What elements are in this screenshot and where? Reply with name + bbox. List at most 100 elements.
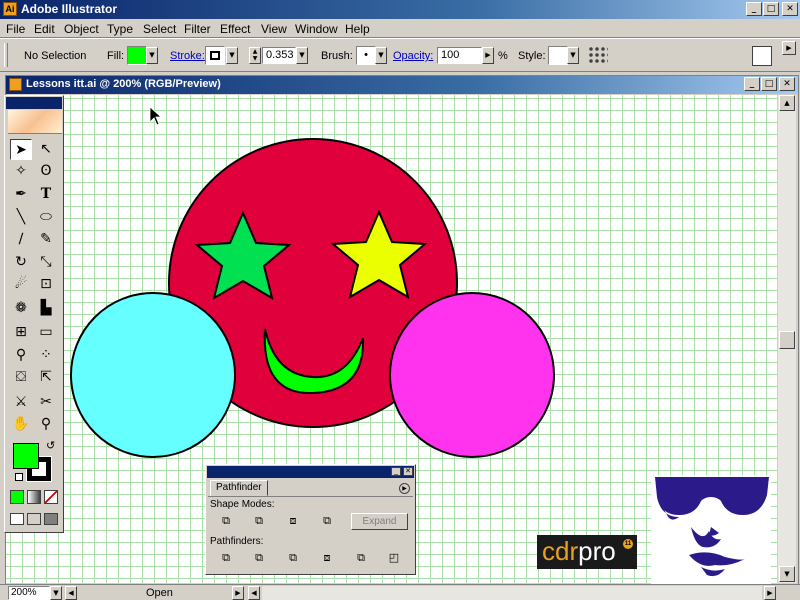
scroll-thumb[interactable] — [779, 331, 795, 349]
status-menu-icon[interactable]: ▶ — [232, 586, 244, 600]
selection-tool-icon[interactable]: ➤ — [10, 139, 32, 160]
doc-close-icon[interactable]: ✕ — [779, 77, 795, 91]
pen-tool-icon[interactable]: ✒ — [10, 184, 32, 205]
menu-object[interactable]: Object — [64, 22, 99, 36]
tab-pathfinder[interactable]: Pathfinder — [210, 480, 268, 496]
trim-icon[interactable]: ⧉ — [250, 550, 268, 566]
horizontal-scrollbar[interactable] — [262, 586, 762, 600]
live-paint-bucket-tool-icon[interactable]: ⛋ — [10, 367, 32, 388]
eyedropper-tool-icon[interactable]: ⚲ — [10, 345, 32, 366]
menu-view[interactable]: View — [261, 22, 287, 36]
intersect-shape-icon[interactable]: ⧈ — [284, 513, 302, 529]
fill-dropdown-icon[interactable]: ▼ — [146, 47, 158, 64]
opacity-field[interactable]: 100 — [437, 47, 482, 64]
expand-button[interactable]: Expand — [351, 513, 408, 530]
menu-select[interactable]: Select — [143, 22, 176, 36]
fill-swatch[interactable] — [127, 46, 147, 65]
hand-tool-icon[interactable]: ✋ — [10, 414, 32, 435]
maximize-icon[interactable]: □ — [763, 2, 779, 16]
pathfinder-titlebar[interactable]: _ ✕ — [207, 466, 414, 478]
crop-icon[interactable]: ⧈ — [318, 550, 336, 566]
scroll-down-icon[interactable]: ▼ — [779, 566, 795, 582]
hscroll-right-icon[interactable]: ▶ — [764, 586, 776, 600]
vertical-scrollbar[interactable]: ▲ ▼ — [778, 95, 796, 583]
add-to-shape-icon[interactable]: ⧉ — [217, 513, 235, 529]
zoom-dropdown-icon[interactable]: ▼ — [50, 586, 62, 600]
stroke-swatch[interactable] — [205, 46, 225, 65]
menu-edit[interactable]: Edit — [34, 22, 55, 36]
divide-icon[interactable]: ⧉ — [217, 550, 235, 566]
exclude-overlap-icon[interactable]: ⧉ — [318, 513, 336, 529]
scissors-tool-icon[interactable]: ✂ — [35, 392, 57, 413]
status-scroll-left-icon[interactable]: ◀ — [65, 586, 77, 600]
standard-screen-mode-icon[interactable] — [10, 513, 24, 525]
full-screen-mode-icon[interactable] — [44, 513, 58, 525]
swap-fill-stroke-icon[interactable]: ↺ — [46, 439, 55, 452]
minimize-icon[interactable]: _ — [746, 2, 762, 16]
transform-grid-icon[interactable] — [588, 46, 608, 65]
zoom-field[interactable]: 200% — [8, 586, 50, 600]
merge-icon[interactable]: ⧉ — [284, 550, 302, 566]
line-tool-icon[interactable]: ╲ — [10, 207, 32, 228]
lasso-tool-icon[interactable]: ʘ — [35, 161, 57, 182]
blend-tool-icon[interactable]: ⁘ — [35, 345, 57, 366]
style-swatch[interactable] — [548, 46, 568, 65]
opacity-label[interactable]: Opacity: — [393, 50, 433, 62]
palette-grip[interactable] — [4, 43, 8, 67]
stroke-label[interactable]: Stroke: — [170, 50, 205, 62]
magic-wand-tool-icon[interactable]: ✧ — [10, 161, 32, 182]
gradient-mode-icon[interactable] — [27, 490, 41, 504]
direct-selection-tool-icon[interactable]: ↖ — [35, 139, 57, 160]
stroke-weight-stepper[interactable]: ▲ ▼ — [249, 47, 261, 64]
left-cyan-circle[interactable] — [70, 292, 236, 458]
menu-type[interactable]: Type — [107, 22, 133, 36]
options-menu-icon[interactable] — [752, 46, 772, 66]
menu-filter[interactable]: Filter — [184, 22, 211, 36]
menu-help[interactable]: Help — [345, 22, 370, 36]
control-menu-icon[interactable]: ▶ — [782, 41, 796, 55]
hscroll-left-icon[interactable]: ◀ — [248, 586, 260, 600]
doc-minimize-icon[interactable]: _ — [744, 77, 760, 91]
pathfinder-close-icon[interactable]: ✕ — [403, 467, 413, 476]
slice-tool-icon[interactable]: ⚔ — [10, 392, 32, 413]
brush-swatch[interactable]: • — [356, 46, 376, 65]
mesh-tool-icon[interactable]: ⊞ — [10, 322, 32, 343]
column-graph-tool-icon[interactable]: ▙ — [35, 298, 57, 319]
stroke-dropdown-icon[interactable]: ▼ — [226, 47, 238, 64]
warp-tool-icon[interactable]: ☄ — [10, 274, 32, 295]
pathfinder-minimize-icon[interactable]: _ — [391, 467, 401, 476]
stroke-weight-field[interactable]: 0.353 — [262, 47, 296, 64]
gradient-tool-icon[interactable]: ▭ — [35, 322, 57, 343]
pencil-tool-icon[interactable]: ✎ — [35, 229, 57, 250]
minus-back-icon[interactable]: ◰ — [385, 550, 403, 566]
ellipse-tool-icon[interactable]: ⬭ — [35, 207, 57, 228]
none-mode-icon[interactable] — [44, 490, 58, 504]
scale-tool-icon[interactable]: ⤡ — [35, 252, 57, 273]
subtract-from-shape-icon[interactable]: ⧉ — [250, 513, 268, 529]
tools-palette-titlebar[interactable] — [6, 97, 62, 109]
symbol-sprayer-tool-icon[interactable]: ❁ — [10, 298, 32, 319]
fill-color-box[interactable] — [13, 443, 39, 469]
outline-icon[interactable]: ⧉ — [352, 550, 370, 566]
free-transform-tool-icon[interactable]: ⊡ — [35, 274, 57, 295]
doc-maximize-icon[interactable]: □ — [761, 77, 777, 91]
scroll-up-icon[interactable]: ▲ — [779, 95, 795, 111]
close-icon[interactable]: ✕ — [782, 2, 798, 16]
right-magenta-circle[interactable] — [389, 292, 555, 458]
opacity-dropdown-icon[interactable]: ▶ — [482, 47, 494, 64]
full-screen-menu-mode-icon[interactable] — [27, 513, 41, 525]
default-colors-icon[interactable] — [15, 473, 23, 481]
paintbrush-tool-icon[interactable]: ∕ — [10, 229, 32, 250]
zoom-tool-icon[interactable]: ⚲ — [35, 414, 57, 435]
brush-dropdown-icon[interactable]: ▼ — [375, 47, 387, 64]
pathfinder-menu-icon[interactable]: ▶ — [399, 483, 410, 494]
type-tool-icon[interactable]: T — [35, 184, 57, 205]
live-paint-selection-tool-icon[interactable]: ⇱ — [35, 367, 57, 388]
menu-file[interactable]: File — [6, 22, 25, 36]
menu-window[interactable]: Window — [295, 22, 338, 36]
color-mode-icon[interactable] — [10, 490, 24, 504]
stroke-weight-dropdown-icon[interactable]: ▼ — [296, 47, 308, 64]
style-dropdown-icon[interactable]: ▼ — [567, 47, 579, 64]
menu-effect[interactable]: Effect — [220, 22, 250, 36]
rotate-tool-icon[interactable]: ↻ — [10, 252, 32, 273]
